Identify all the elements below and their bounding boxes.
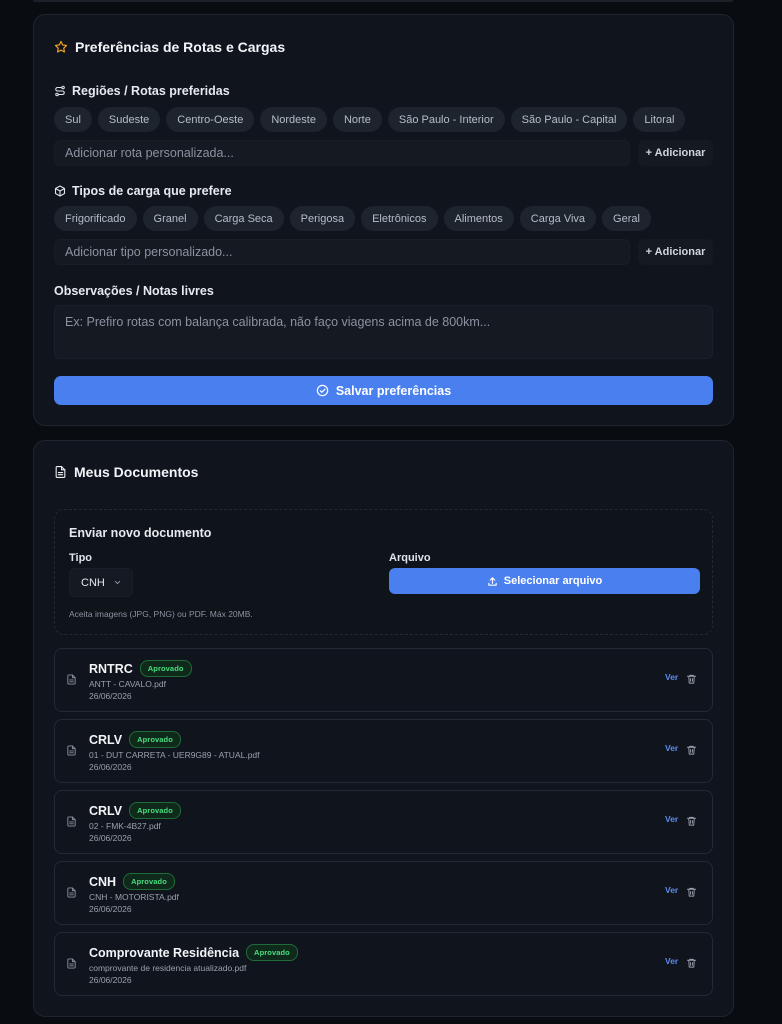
cargo-label-text: Tipos de carga que prefere	[72, 184, 232, 198]
view-document-link[interactable]: Ver	[665, 743, 678, 753]
region-chip-list: Sul Sudeste Centro-Oeste Nordeste Norte São P…	[54, 107, 686, 132]
document-row: CRLV Aprovado 01 - DUT CARRETA - UER9G89 -…	[54, 719, 713, 783]
add-cargo-button[interactable]: + Adicionar	[638, 239, 713, 265]
document-icon	[55, 466, 66, 478]
notes-textarea[interactable]	[54, 305, 713, 359]
document-name: RNTRC	[89, 661, 133, 676]
save-preferences-label: Salvar preferências	[335, 383, 452, 398]
document-date: 26/06/2026	[89, 975, 132, 985]
custom-route-input[interactable]	[54, 140, 630, 166]
document-filename: ANTT - CAVALO.pdf	[89, 679, 166, 689]
view-document-link[interactable]: Ver	[665, 885, 678, 895]
chip[interactable]: Sudeste	[97, 107, 161, 132]
document-name: Comprovante Residência	[89, 945, 240, 960]
chip[interactable]: São Paulo - Interior	[387, 107, 505, 132]
document-type-value: CNH	[81, 576, 105, 589]
chip[interactable]: Geral	[602, 206, 651, 231]
document-title: Comprovante Residência Aprovado	[89, 944, 298, 961]
custom-cargo-input[interactable]	[54, 239, 630, 265]
document-name: CRLV	[89, 732, 123, 747]
trash-icon[interactable]	[686, 956, 697, 974]
file-icon	[66, 673, 77, 691]
star-icon	[54, 40, 68, 53]
file-icon	[66, 815, 77, 833]
trash-icon[interactable]	[686, 672, 697, 690]
type-label: Tipo	[69, 552, 93, 564]
upload-hint: Aceita imagens (JPG, PNG) ou PDF. Máx 20…	[69, 609, 253, 619]
file-icon	[66, 886, 77, 904]
trash-icon[interactable]	[686, 743, 697, 761]
chevron-down-icon	[114, 580, 121, 585]
document-title: RNTRC Aprovado	[89, 660, 192, 677]
check-circle-icon	[316, 384, 329, 397]
chip[interactable]: Frigorificado	[54, 206, 137, 231]
document-filename: 01 - DUT CARRETA - UER9G89 - ATUAL.pdf	[89, 750, 260, 760]
document-type-select[interactable]: CNH	[69, 568, 133, 597]
upload-icon	[488, 576, 497, 586]
chip[interactable]: Centro-Oeste	[166, 107, 255, 132]
status-badge: Aprovado	[129, 731, 181, 748]
status-badge: Aprovado	[129, 802, 181, 819]
preferences-card: Preferências de Rotas e Cargas Regiões /…	[33, 14, 734, 426]
status-badge: Aprovado	[246, 944, 298, 961]
preferences-title-text: Preferências de Rotas e Cargas	[75, 39, 286, 55]
chip[interactable]: Eletrônicos	[361, 206, 438, 231]
upload-panel: Enviar novo documento Tipo Arquivo CNH S…	[54, 509, 713, 635]
document-row: CRLV Aprovado 02 - FMK-4B27.pdf 26/06/2026 V…	[54, 790, 713, 854]
chip[interactable]: Litoral	[633, 107, 686, 132]
document-date: 26/06/2026	[89, 904, 132, 914]
documents-card: Meus Documentos Enviar novo documento Ti…	[33, 440, 734, 1017]
view-document-link[interactable]: Ver	[665, 814, 678, 824]
file-label: Arquivo	[389, 552, 431, 564]
document-title: CRLV Aprovado	[89, 731, 181, 748]
document-row: RNTRC Aprovado ANTT - CAVALO.pdf 26/06/2026…	[54, 648, 713, 712]
document-date: 26/06/2026	[89, 691, 132, 701]
document-row: Comprovante Residência Aprovado comprovant…	[54, 932, 713, 996]
chip[interactable]: Carga Viva	[519, 206, 597, 231]
file-icon	[66, 744, 77, 762]
file-icon	[66, 957, 77, 975]
select-file-label: Selecionar arquivo	[503, 575, 603, 587]
status-badge: Aprovado	[123, 873, 175, 890]
chip[interactable]: Nordeste	[260, 107, 327, 132]
chip[interactable]: Perigosa	[289, 206, 356, 231]
select-file-button[interactable]: Selecionar arquivo	[389, 568, 700, 594]
package-icon	[54, 185, 66, 197]
document-name: CNH	[89, 874, 117, 889]
view-document-link[interactable]: Ver	[665, 956, 678, 966]
chip[interactable]: Alimentos	[443, 206, 514, 231]
document-title: CRLV Aprovado	[89, 802, 181, 819]
document-title: CNH Aprovado	[89, 873, 175, 890]
status-badge: Aprovado	[139, 660, 192, 677]
chip[interactable]: Carga Seca	[203, 206, 284, 231]
document-date: 26/06/2026	[89, 762, 132, 772]
trash-icon[interactable]	[686, 885, 697, 903]
regions-label: Regiões / Rotas preferidas	[54, 84, 230, 98]
documents-title-text: Meus Documentos	[74, 464, 199, 480]
chip[interactable]: Norte	[332, 107, 382, 132]
chip[interactable]: São Paulo - Capital	[510, 107, 628, 132]
chip[interactable]: Sul	[54, 107, 92, 132]
document-row: CNH Aprovado CNH - MOTORISTA.pdf 26/06/2026…	[54, 861, 713, 925]
view-document-link[interactable]: Ver	[665, 672, 678, 682]
add-route-button[interactable]: + Adicionar	[638, 140, 713, 166]
chip[interactable]: Granel	[142, 206, 198, 231]
document-name: CRLV	[89, 803, 123, 818]
document-filename: CNH - MOTORISTA.pdf	[89, 892, 179, 902]
previous-card-edge	[33, 0, 733, 2]
cargo-label: Tipos de carga que prefere	[54, 184, 232, 198]
document-filename: 02 - FMK-4B27.pdf	[89, 821, 161, 831]
documents-title: Meus Documentos	[54, 464, 198, 480]
document-date: 26/06/2026	[89, 833, 132, 843]
trash-icon[interactable]	[686, 814, 697, 832]
document-filename: comprovante de residencia atualizado.pdf	[89, 963, 247, 973]
preferences-title: Preferências de Rotas e Cargas	[54, 39, 285, 55]
notes-label: Observações / Notas livres	[54, 284, 214, 298]
regions-label-text: Regiões / Rotas preferidas	[72, 84, 230, 98]
upload-title: Enviar novo documento	[69, 526, 212, 540]
route-icon	[55, 85, 65, 97]
save-preferences-button[interactable]: Salvar preferências	[54, 376, 713, 405]
cargo-chip-list: Frigorificado Granel Carga Seca Perigosa Ele…	[54, 206, 651, 231]
